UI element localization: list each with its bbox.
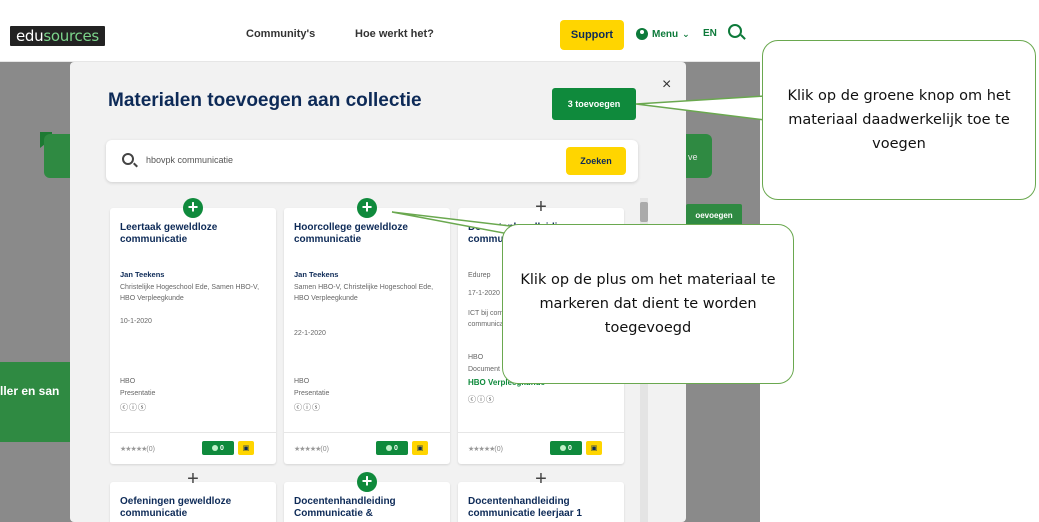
- card-organisation: Christelijke Hogeschool Ede, Samen HBO-V…: [120, 284, 260, 302]
- card-date: 10-1-2020: [120, 318, 152, 325]
- card-organisation: Samen HBO-V, Christelijke Hogeschool Ede…: [294, 284, 434, 302]
- edusources-logo[interactable]: edusources: [10, 26, 105, 46]
- close-icon[interactable]: ×: [662, 76, 671, 94]
- star-icon: ★★★★★: [468, 446, 495, 453]
- select-plus-icon[interactable]: +: [531, 197, 551, 218]
- menu-label: Menu: [652, 28, 679, 40]
- rating: ★★★★★(0): [468, 445, 503, 453]
- scrollbar-thumb[interactable]: [640, 202, 648, 222]
- card-level: HBO: [468, 354, 484, 361]
- search-button[interactable]: Zoeken: [566, 147, 626, 175]
- card-date: 22-1-2020: [294, 330, 326, 337]
- card-type: Presentatie: [120, 390, 156, 397]
- like-count: 0: [568, 444, 572, 452]
- select-plus-icon-selected[interactable]: +: [183, 198, 203, 218]
- star-icon: ★★★★★: [120, 446, 147, 453]
- card-footer: ★★★★★(0) 0 ▣: [458, 432, 624, 464]
- support-button[interactable]: Support: [560, 20, 624, 50]
- rating: ★★★★★(0): [120, 445, 155, 453]
- background-add-button: oevoegen: [686, 204, 742, 226]
- chevron-down-icon: ⌄: [682, 28, 690, 39]
- rating-count: (0): [494, 446, 503, 453]
- top-navigation: edusources Community's Hoe werkt het? Su…: [0, 0, 760, 62]
- card-title[interactable]: Oefeningen geweldloze communicatie: [120, 496, 270, 520]
- like-icon: [386, 445, 393, 451]
- like-count: 0: [394, 444, 398, 452]
- material-card[interactable]: Leertaak geweldloze communicatie Jan Tee…: [110, 208, 276, 464]
- like-icon: [212, 445, 219, 451]
- select-plus-icon-selected[interactable]: +: [357, 198, 377, 218]
- background-green-panel: [0, 362, 70, 442]
- card-title[interactable]: Docentenhandleiding communicatie leerjaa…: [468, 496, 618, 520]
- search-icon: [122, 153, 134, 165]
- add-selected-button[interactable]: 3 toevoegen: [552, 88, 636, 120]
- license-icon: ⓒⓘⓢ: [120, 403, 147, 412]
- rating-count: (0): [320, 446, 329, 453]
- card-date: 17-1-2020: [468, 290, 500, 297]
- card-level: HBO: [120, 378, 136, 385]
- material-card[interactable]: Hoorcollege geweldloze communicatie Jan …: [284, 208, 450, 464]
- card-footer: ★★★★★(0) 0 ▣: [110, 432, 276, 464]
- nav-how-it-works[interactable]: Hoe werkt het?: [355, 28, 434, 40]
- like-button[interactable]: 0: [376, 441, 408, 455]
- rating: ★★★★★(0): [294, 445, 329, 453]
- like-count: 0: [220, 444, 224, 452]
- like-button[interactable]: 0: [550, 441, 582, 455]
- logo-part-sources: sources: [43, 27, 99, 45]
- rating-count: (0): [146, 446, 155, 453]
- background-text-right: ve: [688, 152, 698, 162]
- search-bar: hbovpk communicatie Zoeken: [106, 140, 638, 182]
- search-input[interactable]: hbovpk communicatie: [146, 155, 233, 165]
- modal-title: Materialen toevoegen aan collectie: [108, 90, 422, 111]
- card-title[interactable]: Leertaak geweldloze communicatie: [120, 222, 270, 246]
- card-author: Jan Teekens: [294, 270, 339, 279]
- user-icon: [636, 28, 648, 40]
- like-icon: [560, 445, 567, 451]
- collection-icon[interactable]: ▣: [586, 441, 602, 455]
- menu-button[interactable]: Menu ⌄: [636, 28, 690, 40]
- card-title[interactable]: Hoorcollege geweldloze communicatie: [294, 222, 444, 246]
- collection-icon[interactable]: ▣: [238, 441, 254, 455]
- card-title[interactable]: Docentenhandleiding Communicatie &: [294, 496, 444, 520]
- logo-part-edu: edu: [16, 27, 44, 45]
- background-text: ller en san: [0, 384, 60, 398]
- star-icon: ★★★★★: [294, 446, 321, 453]
- select-plus-icon[interactable]: +: [531, 469, 551, 490]
- card-type: Document: [468, 366, 500, 373]
- language-switch[interactable]: EN: [703, 28, 717, 39]
- license-icon: ⓒⓘⓢ: [294, 403, 321, 412]
- license-icon: ⓒⓘⓢ: [468, 395, 495, 404]
- nav-communities[interactable]: Community's: [246, 28, 315, 40]
- callout-plus-button: Klik op de plus om het materiaal te mark…: [502, 224, 794, 384]
- select-plus-icon[interactable]: +: [183, 469, 203, 490]
- select-plus-icon-selected[interactable]: +: [357, 472, 377, 492]
- collection-icon[interactable]: ▣: [412, 441, 428, 455]
- callout-add-button: Klik op de groene knop om het materiaal …: [762, 40, 1036, 200]
- like-button[interactable]: 0: [202, 441, 234, 455]
- card-level: HBO: [294, 378, 310, 385]
- card-author: Jan Teekens: [120, 270, 165, 279]
- search-icon[interactable]: [728, 24, 742, 38]
- card-footer: ★★★★★(0) 0 ▣: [284, 432, 450, 464]
- card-type: Presentatie: [294, 390, 330, 397]
